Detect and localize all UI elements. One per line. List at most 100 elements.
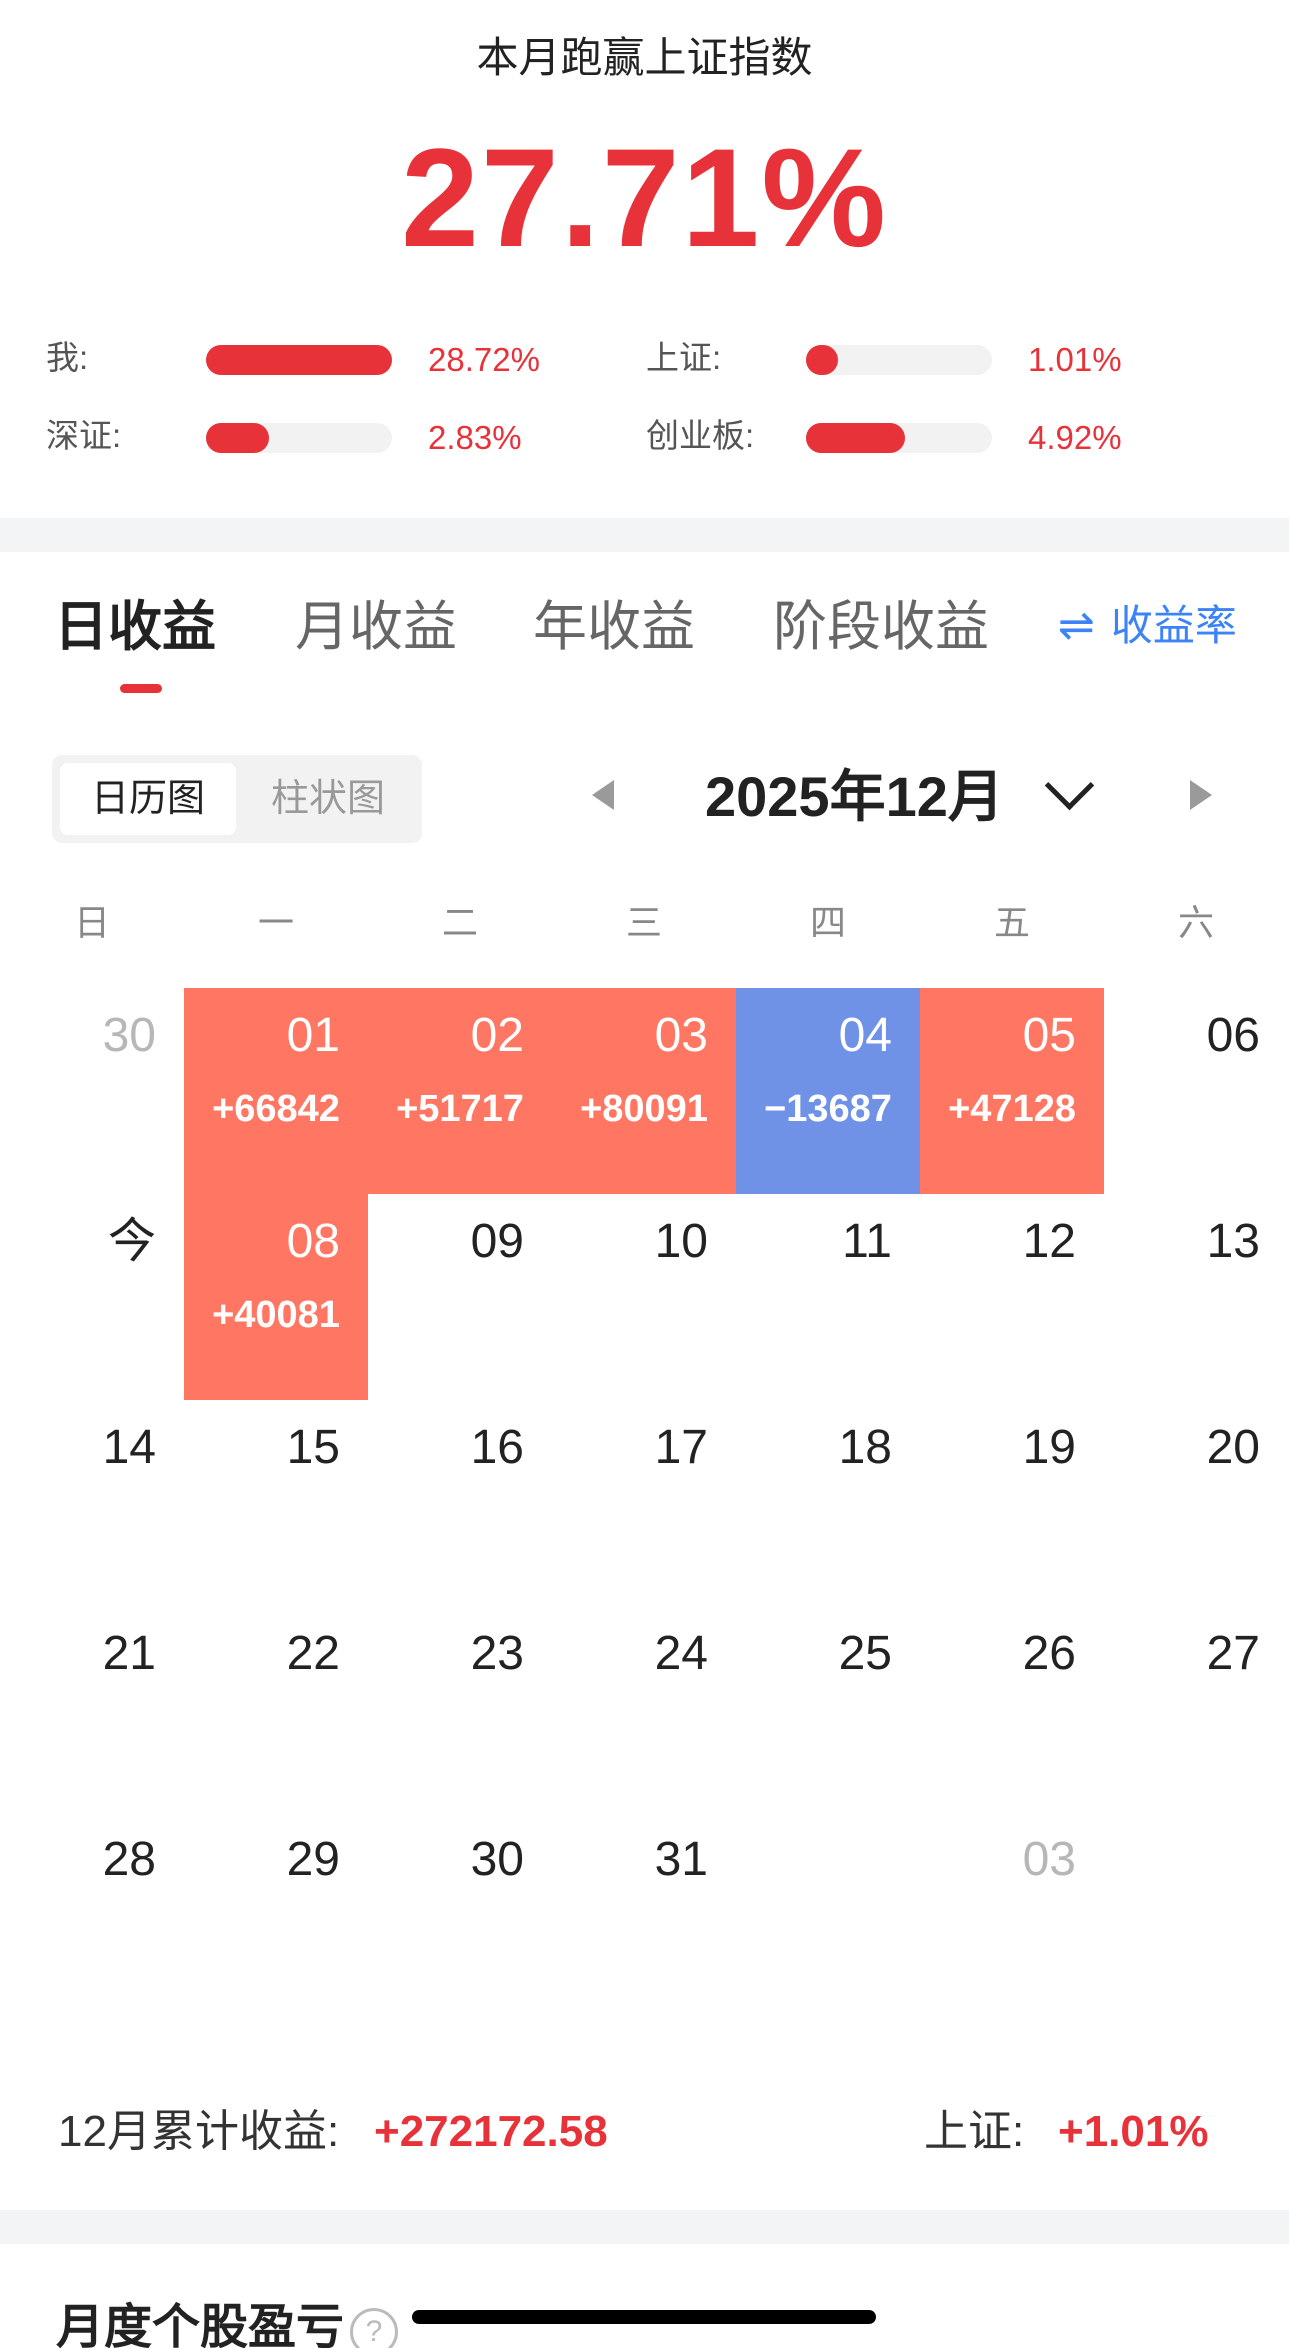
calendar-day-cell[interactable]: 01 +66842 bbox=[184, 988, 368, 1194]
day-number: 25 bbox=[838, 1627, 892, 1680]
calendar-day-cell[interactable]: 30 bbox=[0, 988, 184, 1194]
next-month-icon[interactable] bbox=[1190, 780, 1212, 810]
section-divider bbox=[0, 2210, 1289, 2244]
day-profit-amount: +40081 bbox=[212, 1294, 340, 1336]
tab-daily[interactable]: 日收益 bbox=[54, 592, 216, 662]
comparison-pct: 28.72% bbox=[428, 341, 540, 378]
calendar-day-cell[interactable]: 22 bbox=[184, 1606, 368, 1812]
calendar-day-cell[interactable]: 13 bbox=[1104, 1194, 1288, 1400]
day-number: 24 bbox=[654, 1627, 708, 1680]
day-number: 10 bbox=[654, 1215, 708, 1268]
calendar-day-cell[interactable]: 05 +47128 bbox=[920, 988, 1104, 1194]
calendar-day-cell[interactable]: 10 bbox=[552, 1194, 736, 1400]
calendar-day-cell bbox=[1104, 1812, 1288, 2018]
calendar-day-cell[interactable]: 28 bbox=[0, 1812, 184, 2018]
comparison-bar-fill bbox=[806, 345, 838, 375]
chevron-down-icon[interactable] bbox=[1044, 760, 1095, 811]
calendar-day-cell[interactable]: 14 bbox=[0, 1400, 184, 1606]
home-indicator bbox=[412, 2310, 876, 2324]
section-divider bbox=[0, 518, 1289, 552]
day-profit-amount: +47128 bbox=[948, 1088, 1076, 1130]
calendar-day-cell[interactable]: 24 bbox=[552, 1606, 736, 1812]
day-number: 15 bbox=[286, 1421, 340, 1474]
calendar-day-cell[interactable]: 04 −13687 bbox=[736, 988, 920, 1194]
weekday-label: 二 bbox=[441, 902, 478, 943]
view-switch: 日历图 柱状图 bbox=[52, 755, 422, 843]
tab-period[interactable]: 阶段收益 bbox=[773, 592, 989, 662]
day-number: 03 bbox=[654, 1009, 708, 1062]
calendar-day-cell[interactable]: 19 bbox=[920, 1400, 1104, 1606]
weekday-label: 六 bbox=[1177, 902, 1214, 943]
month-total-label: 12月累计收益: bbox=[58, 2107, 340, 2156]
day-number: 06 bbox=[1206, 1009, 1260, 1062]
return-rate-toggle[interactable]: ⇌ 收益率 bbox=[1058, 596, 1237, 656]
calendar-day-cell[interactable]: 21 bbox=[0, 1606, 184, 1812]
calendar-day-cell[interactable]: 08 +40081 bbox=[184, 1194, 368, 1400]
help-icon[interactable]: ? bbox=[350, 2308, 398, 2348]
comparison-label: 深证: bbox=[46, 417, 122, 454]
calendar-day-cell[interactable]: 今 bbox=[0, 1194, 184, 1400]
calendar-day-cell[interactable]: 25 bbox=[736, 1606, 920, 1812]
tab-yearly[interactable]: 年收益 bbox=[533, 592, 695, 662]
comparison-bar-fill bbox=[206, 345, 392, 375]
day-number: 19 bbox=[1022, 1421, 1076, 1474]
weekday-label: 日 bbox=[73, 902, 110, 943]
calendar-day-cell[interactable]: 09 bbox=[368, 1194, 552, 1400]
comparison-label: 我: bbox=[46, 339, 89, 376]
day-number: 30 bbox=[102, 1009, 156, 1062]
calendar-day-cell[interactable]: 27 bbox=[1104, 1606, 1288, 1812]
calendar-day-cell[interactable]: 23 bbox=[368, 1606, 552, 1812]
calendar-day-cell[interactable]: 31 bbox=[552, 1812, 736, 2018]
day-number: 05 bbox=[1022, 1009, 1076, 1062]
day-number: 20 bbox=[1206, 1421, 1260, 1474]
calendar-day-cell[interactable]: 11 bbox=[736, 1194, 920, 1400]
day-profit-amount: +80091 bbox=[580, 1088, 708, 1130]
day-number: 03 bbox=[1022, 1833, 1076, 1886]
calendar-view-button[interactable]: 日历图 bbox=[60, 763, 236, 835]
day-profit-amount: +51717 bbox=[396, 1088, 524, 1130]
day-number: 21 bbox=[102, 1627, 156, 1680]
calendar-day-cell[interactable]: 26 bbox=[920, 1606, 1104, 1812]
comparison-label: 上证: bbox=[646, 339, 722, 376]
comparison-pct: 2.83% bbox=[428, 419, 522, 456]
day-number: 17 bbox=[654, 1421, 708, 1474]
bar-view-button[interactable]: 柱状图 bbox=[240, 763, 416, 835]
weekday-label: 三 bbox=[625, 902, 662, 943]
tab-monthly[interactable]: 月收益 bbox=[295, 592, 457, 662]
day-number: 26 bbox=[1022, 1627, 1076, 1680]
day-number: 02 bbox=[470, 1009, 524, 1062]
calendar-day-cell[interactable]: 03 +80091 bbox=[552, 988, 736, 1194]
comparison-cyb: 创业板: 4.92% bbox=[646, 416, 1246, 456]
comparison-sh: 上证: 1.01% bbox=[646, 338, 1246, 378]
day-number: 09 bbox=[470, 1215, 524, 1268]
monthly-summary-card: 本月跑赢上证指数 27.71% 我: 28.72% 上证: 1.01% 深证: … bbox=[0, 0, 1289, 518]
comparison-label: 创业板: bbox=[646, 417, 755, 454]
calendar-day-cell[interactable]: 17 bbox=[552, 1400, 736, 1606]
calendar-day-cell[interactable]: 29 bbox=[184, 1812, 368, 2018]
comparison-mine: 我: 28.72% bbox=[46, 338, 606, 378]
calendar-day-cell[interactable]: 20 bbox=[1104, 1400, 1288, 1606]
calendar-day-cell[interactable]: 03 bbox=[920, 1812, 1104, 2018]
comparison-bar bbox=[206, 345, 392, 375]
day-profit-amount: +66842 bbox=[212, 1088, 340, 1130]
calendar-day-cell[interactable]: 12 bbox=[920, 1194, 1104, 1400]
outperform-value: 27.71% bbox=[401, 119, 888, 276]
day-number: 22 bbox=[286, 1627, 340, 1680]
index-label: 上证: bbox=[924, 2107, 1025, 2156]
calendar-day-cell[interactable]: 30 bbox=[368, 1812, 552, 2018]
section-title-stock-pnl: 月度个股盈亏 bbox=[56, 2301, 345, 2348]
prev-month-icon[interactable] bbox=[592, 780, 614, 810]
comparison-bar-fill bbox=[806, 423, 905, 453]
calendar-day-cell[interactable]: 16 bbox=[368, 1400, 552, 1606]
day-number: 16 bbox=[470, 1421, 524, 1474]
weekday-label: 四 bbox=[809, 902, 846, 943]
summary-title: 本月跑赢上证指数 bbox=[476, 34, 813, 81]
return-rate-label: 收益率 bbox=[1110, 602, 1237, 649]
calendar-day-cell[interactable]: 06 bbox=[1104, 988, 1288, 1194]
day-number: 01 bbox=[286, 1009, 340, 1062]
month-selector[interactable]: 2025年12月 bbox=[705, 762, 1004, 832]
calendar-day-cell[interactable]: 18 bbox=[736, 1400, 920, 1606]
calendar-day-cell[interactable]: 02 +51717 bbox=[368, 988, 552, 1194]
calendar-day-cell[interactable]: 15 bbox=[184, 1400, 368, 1606]
day-number: 30 bbox=[470, 1833, 524, 1886]
